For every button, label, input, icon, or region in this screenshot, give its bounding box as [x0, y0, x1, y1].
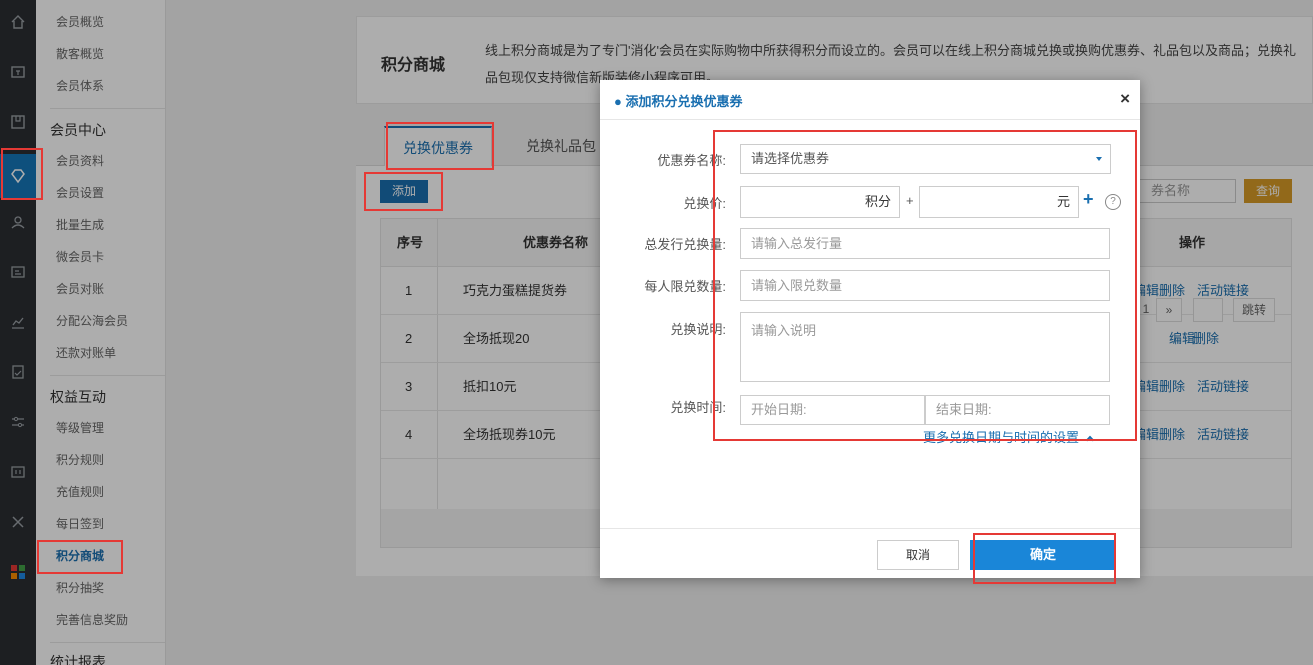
description-label: 兑换说明: [670, 322, 726, 337]
chevron-down-icon [1096, 157, 1102, 161]
coupon-name-value: 请选择优惠券 [751, 151, 830, 166]
exchange-time-label: 兑换时间: [670, 400, 726, 415]
plus-icon[interactable]: + [1083, 189, 1094, 210]
more-time-settings-link[interactable]: 更多兑换日期与时间的设置 [923, 427, 1095, 446]
points-input[interactable]: 积分 [740, 186, 900, 218]
more-time-settings-label: 更多兑换日期与时间的设置 [923, 430, 1080, 445]
chevron-up-icon [1085, 435, 1095, 445]
end-date-input[interactable]: 结束日期: [925, 395, 1110, 425]
dialog-header: ● 添加积分兑换优惠券 × [600, 80, 1140, 120]
yuan-input[interactable]: 元 [919, 186, 1079, 218]
yuan-unit: 元 [1056, 194, 1070, 209]
coupon-name-select[interactable]: 请选择优惠券 [740, 144, 1111, 174]
total-issue-label: 总发行兑换量: [644, 237, 726, 252]
dialog-title: ● 添加积分兑换优惠券 [614, 94, 743, 109]
per-person-limit-input[interactable]: 请输入限兑数量 [740, 270, 1110, 301]
description-textarea[interactable]: 请输入说明 [740, 312, 1110, 382]
start-date-input[interactable]: 开始日期: [740, 395, 925, 425]
help-icon[interactable]: ? [1105, 194, 1121, 210]
points-unit: 积分 [864, 194, 891, 209]
cancel-button[interactable]: 取消 [877, 540, 959, 570]
plus-sign: + [906, 193, 914, 208]
close-icon[interactable]: × [1120, 89, 1130, 109]
price-label: 兑换价: [683, 196, 726, 211]
per-person-limit-label: 每人限兑数量: [644, 279, 726, 294]
confirm-button[interactable]: 确定 [970, 540, 1116, 570]
total-issue-input[interactable]: 请输入总发行量 [740, 228, 1110, 259]
add-coupon-dialog: ● 添加积分兑换优惠券 × 优惠券名称: 请选择优惠券 兑换价: 积分 + 元 … [600, 80, 1140, 578]
coupon-name-label: 优惠券名称: [657, 153, 726, 168]
